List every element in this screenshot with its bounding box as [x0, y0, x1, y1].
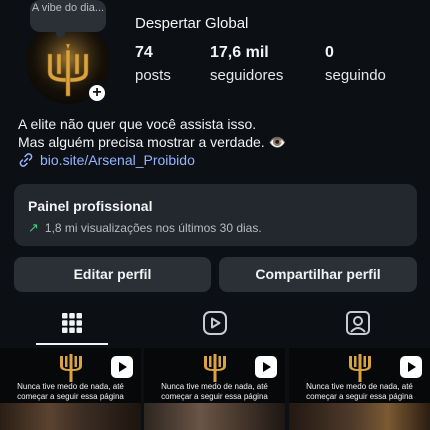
profile-name: Despertar Global [135, 15, 249, 32]
share-profile-button[interactable]: Compartilhar perfil [219, 257, 417, 292]
stat-value: 74 [135, 44, 153, 61]
pro-panel-views: 1,8 mi visualizações nos últimos 30 dias… [44, 221, 262, 235]
caption-line: começar a seguir essa página [161, 392, 268, 401]
reel-icon [400, 356, 422, 378]
bio-link[interactable]: bio.site/Arsenal_Proibido [18, 152, 195, 168]
stat-value: 0 [325, 44, 334, 61]
stat-value: 17,6 mil [210, 44, 269, 61]
stat-label: seguidores [210, 67, 284, 84]
bio-link-text[interactable]: bio.site/Arsenal_Proibido [40, 152, 195, 168]
bio-line: A elite não quer que você assista isso. [18, 116, 257, 132]
post-thumbnail[interactable]: Nunca tive medo de nada, até começar a s… [0, 348, 141, 430]
pro-panel-title: Painel profissional [28, 198, 153, 214]
profile-avatar-container[interactable]: + [26, 20, 110, 104]
reel-icon [111, 356, 133, 378]
stat-label: posts [135, 67, 171, 84]
post-photo [144, 403, 285, 430]
stat-following[interactable]: 0 seguindo [325, 44, 386, 84]
tab-posts-grid[interactable] [0, 300, 143, 346]
grid-icon [61, 313, 82, 333]
caption-line: começar a seguir essa página [306, 392, 413, 401]
post-thumbnail[interactable]: Nunca tive medo de nada, até começar a s… [144, 348, 285, 430]
post-photo [289, 403, 430, 430]
trident-logo-icon [349, 354, 371, 382]
note-bubble[interactable]: A vibe do dia... [30, 0, 106, 38]
stat-followers[interactable]: 17,6 mil seguidores [210, 44, 283, 84]
professional-dashboard[interactable]: Painel profissional ↗ 1,8 mi visualizaçõ… [14, 184, 417, 246]
trident-logo-icon [204, 354, 226, 382]
caption-line: começar a seguir essa página [17, 392, 124, 401]
caption-line: Nunca tive medo de nada, até [17, 382, 124, 391]
tab-tagged[interactable] [286, 300, 429, 346]
link-icon [19, 153, 33, 167]
posts-grid: Nunca tive medo de nada, até começar a s… [0, 348, 430, 430]
post-thumbnail[interactable]: Nunca tive medo de nada, até começar a s… [289, 348, 430, 430]
stat-posts[interactable]: 74 posts [135, 44, 171, 84]
pro-panel-subtitle: ↗ 1,8 mi visualizações nos últimos 30 di… [28, 220, 403, 236]
profile-tabs [0, 300, 430, 346]
post-caption: Nunca tive medo de nada, até começar a s… [0, 382, 141, 402]
caption-line: Nunca tive medo de nada, até [161, 382, 268, 391]
reels-icon [202, 311, 227, 335]
edit-profile-button[interactable]: Editar perfil [14, 257, 211, 292]
stat-label: seguindo [325, 67, 386, 84]
caption-line: Nunca tive medo de nada, até [306, 382, 413, 391]
reel-icon [255, 356, 277, 378]
bio: A elite não quer que você assista isso. … [18, 115, 286, 151]
active-tab-indicator [36, 343, 108, 345]
tagged-icon [345, 311, 370, 335]
add-story-plus-icon[interactable]: + [86, 82, 108, 104]
trident-logo-icon [60, 354, 82, 382]
post-photo [0, 403, 141, 430]
trending-up-icon: ↗ [28, 220, 39, 235]
post-caption: Nunca tive medo de nada, até começar a s… [289, 382, 430, 402]
tab-reels[interactable] [143, 300, 286, 346]
post-caption: Nunca tive medo de nada, até começar a s… [144, 382, 285, 402]
bio-line: Mas alguém precisa mostrar a verdade. 👁️ [18, 134, 286, 150]
